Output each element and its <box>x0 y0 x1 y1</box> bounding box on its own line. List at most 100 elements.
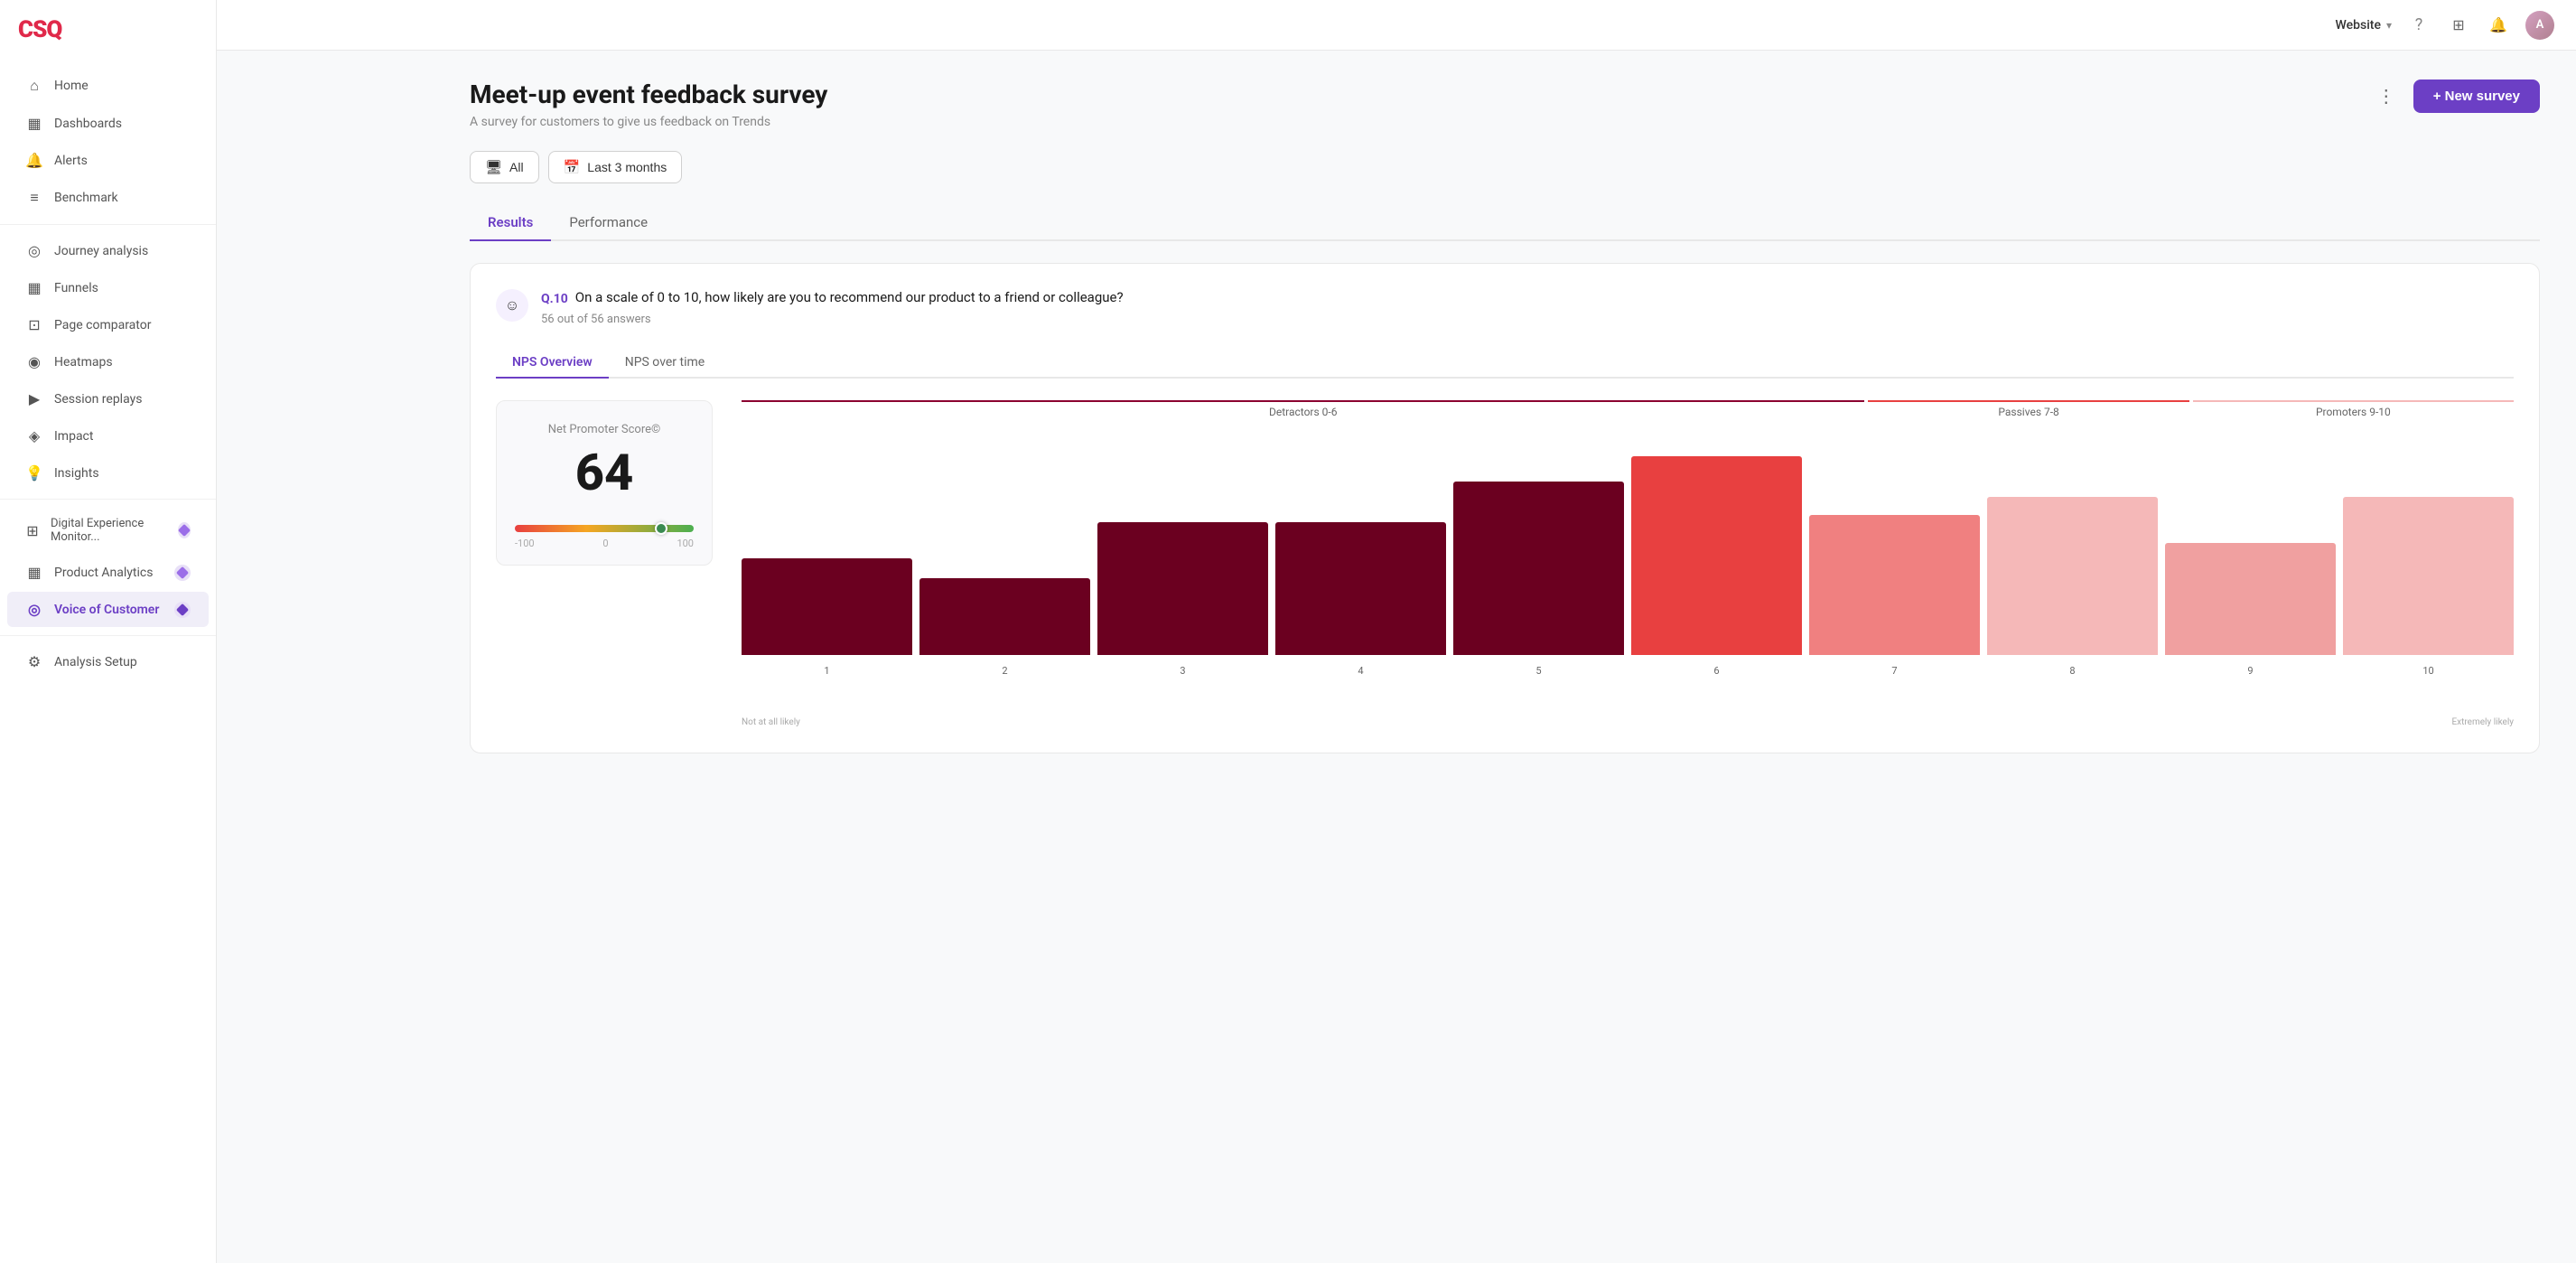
sidebar-divider-2 <box>0 499 216 500</box>
inner-tab-nps-over-time[interactable]: NPS over time <box>609 348 722 379</box>
topbar: Website ▾ ? ⊞ 🔔 A <box>217 0 2576 51</box>
bar-column-9: 9 <box>2165 429 2336 655</box>
tab-results[interactable]: Results <box>470 205 551 241</box>
grid-icon[interactable]: ⊞ <box>2446 13 2471 38</box>
nps-content: Net Promoter Score© 64 -100 0 100 <box>496 400 2514 727</box>
bar-1 <box>742 558 912 655</box>
page-title: Meet-up event feedback survey <box>470 80 827 109</box>
bar-column-10: 10 <box>2343 429 2514 655</box>
chevron-down-icon: ▾ <box>2386 19 2392 32</box>
sidebar-nav: ⌂ Home ▦ Dashboards 🔔 Alerts ≡ Benchmark… <box>0 60 216 688</box>
sidebar-item-home[interactable]: ⌂ Home <box>7 68 209 104</box>
sidebar-item-label: Journey analysis <box>54 244 148 258</box>
sidebar-item-journey-analysis[interactable]: ◎ Journey analysis <box>7 233 209 268</box>
question-header: ☺ Q.10 On a scale of 0 to 10, how likely… <box>496 289 2514 326</box>
all-filter-button[interactable]: 🖥 All <box>470 151 539 183</box>
inner-tab-nps-overview[interactable]: NPS Overview <box>496 348 609 379</box>
home-icon: ⌂ <box>25 77 43 95</box>
date-filter-label: Last 3 months <box>587 160 667 174</box>
more-options-button[interactable]: ⋮ <box>2370 81 2403 111</box>
nps-gauge-track <box>515 525 694 532</box>
bar-3 <box>1097 522 1268 655</box>
sidebar-item-impact[interactable]: ◈ Impact <box>7 418 209 454</box>
question-icon: ☺ <box>496 289 528 322</box>
bar-column-8: 8 <box>1987 429 2158 655</box>
nps-score-label: Net Promoter Score© <box>548 423 660 436</box>
question-text: On a scale of 0 to 10, how likely are yo… <box>575 289 1124 305</box>
inner-tabs: NPS Overview NPS over time <box>496 348 2514 379</box>
sidebar-item-label: Heatmaps <box>54 355 113 370</box>
sidebar-item-label: Session replays <box>54 392 142 407</box>
bar-column-3: 3 <box>1097 429 1268 655</box>
product-analytics-icon: ▦ <box>25 564 43 581</box>
product-analytics-badge <box>174 565 191 581</box>
sidebar-item-label: Voice of Customer <box>54 603 159 617</box>
monitor-icon: 🖥 <box>485 159 502 175</box>
nps-gauge: -100 0 100 <box>515 516 694 543</box>
main-content: Meet-up event feedback survey A survey f… <box>434 51 2576 1263</box>
sidebar-item-dem[interactable]: ⊞ Digital Experience Monitor... <box>7 508 209 553</box>
sidebar-item-insights[interactable]: 💡 Insights <box>7 455 209 491</box>
notification-icon[interactable]: 🔔 <box>2486 13 2511 38</box>
sidebar-item-benchmark[interactable]: ≡ Benchmark <box>7 180 209 216</box>
benchmark-icon: ≡ <box>25 189 43 207</box>
sidebar-item-session-replays[interactable]: ▶ Session replays <box>7 381 209 416</box>
sidebar-item-label: Digital Experience Monitor... <box>51 517 167 544</box>
insights-icon: 💡 <box>25 464 43 482</box>
nps-gauge-thumb <box>655 522 667 535</box>
voc-icon: ◎ <box>25 601 43 618</box>
sidebar-item-label: Dashboards <box>54 117 122 131</box>
bar-x-label-7: 7 <box>1891 665 1897 677</box>
sidebar-item-alerts[interactable]: 🔔 Alerts <box>7 143 209 178</box>
x-label-left: Not at all likely <box>742 717 800 727</box>
sidebar-item-heatmaps[interactable]: ◉ Heatmaps <box>7 344 209 379</box>
sidebar-item-label: Product Analytics <box>54 566 153 580</box>
promoters-line <box>2193 400 2514 402</box>
page-title-area: Meet-up event feedback survey A survey f… <box>470 80 827 129</box>
analysis-setup-icon: ⚙ <box>25 653 43 670</box>
bar-x-label-8: 8 <box>2069 665 2075 677</box>
sidebar-item-label: Funnels <box>54 281 98 295</box>
sidebar-divider-3 <box>0 635 216 636</box>
sidebar-item-analysis-setup[interactable]: ⚙ Analysis Setup <box>7 644 209 679</box>
filters-row: 🖥 All 📅 Last 3 months <box>470 151 2540 183</box>
sidebar-item-label: Insights <box>54 466 99 481</box>
bar-5 <box>1453 482 1624 655</box>
detractors-group-header: Detractors 0-6 <box>742 400 1864 418</box>
sidebar-logo: CSQ <box>0 0 216 60</box>
replays-icon: ▶ <box>25 390 43 407</box>
impact-icon: ◈ <box>25 427 43 444</box>
bar-6 <box>1631 456 1802 655</box>
sidebar-item-dashboards[interactable]: ▦ Dashboards <box>7 106 209 141</box>
dem-icon: ⊞ <box>25 522 40 539</box>
bar-10 <box>2343 497 2514 655</box>
bar-column-6: 6 <box>1631 429 1802 655</box>
question-card: ☺ Q.10 On a scale of 0 to 10, how likely… <box>470 263 2540 753</box>
bar-2 <box>919 578 1090 655</box>
dashboards-icon: ▦ <box>25 115 43 132</box>
nps-score-value: 64 <box>575 447 634 498</box>
question-info: Q.10 On a scale of 0 to 10, how likely a… <box>541 289 1124 326</box>
bar-x-label-9: 9 <box>2247 665 2253 677</box>
nps-score-panel: Net Promoter Score© 64 -100 0 100 <box>496 400 713 566</box>
avatar[interactable]: A <box>2525 11 2554 40</box>
nps-groups-header: Detractors 0-6 Passives 7-8 Promoters 9-… <box>742 400 2514 418</box>
sidebar-item-label: Impact <box>54 429 93 444</box>
sidebar-item-label: Page comparator <box>54 318 151 332</box>
topbar-website-selector[interactable]: Website ▾ <box>2336 18 2392 33</box>
bar-column-4: 4 <box>1275 429 1446 655</box>
tab-performance[interactable]: Performance <box>551 205 666 241</box>
gauge-min-label: -100 <box>515 538 535 549</box>
sidebar-item-product-analytics[interactable]: ▦ Product Analytics <box>7 555 209 590</box>
sidebar-item-label: Home <box>54 79 89 93</box>
help-icon[interactable]: ? <box>2406 13 2431 38</box>
page-subtitle: A survey for customers to give us feedba… <box>470 115 827 129</box>
question-label: Q.10 <box>541 292 568 306</box>
date-filter-button[interactable]: 📅 Last 3 months <box>548 151 683 183</box>
bell-icon: 🔔 <box>25 152 43 169</box>
sidebar-item-page-comparator[interactable]: ⊡ Page comparator <box>7 307 209 342</box>
new-survey-button[interactable]: + New survey <box>2413 80 2540 113</box>
sidebar-item-voice-of-customer[interactable]: ◎ Voice of Customer <box>7 592 209 627</box>
avatar-initials: A <box>2525 11 2554 40</box>
sidebar-item-funnels[interactable]: ▦ Funnels <box>7 270 209 305</box>
